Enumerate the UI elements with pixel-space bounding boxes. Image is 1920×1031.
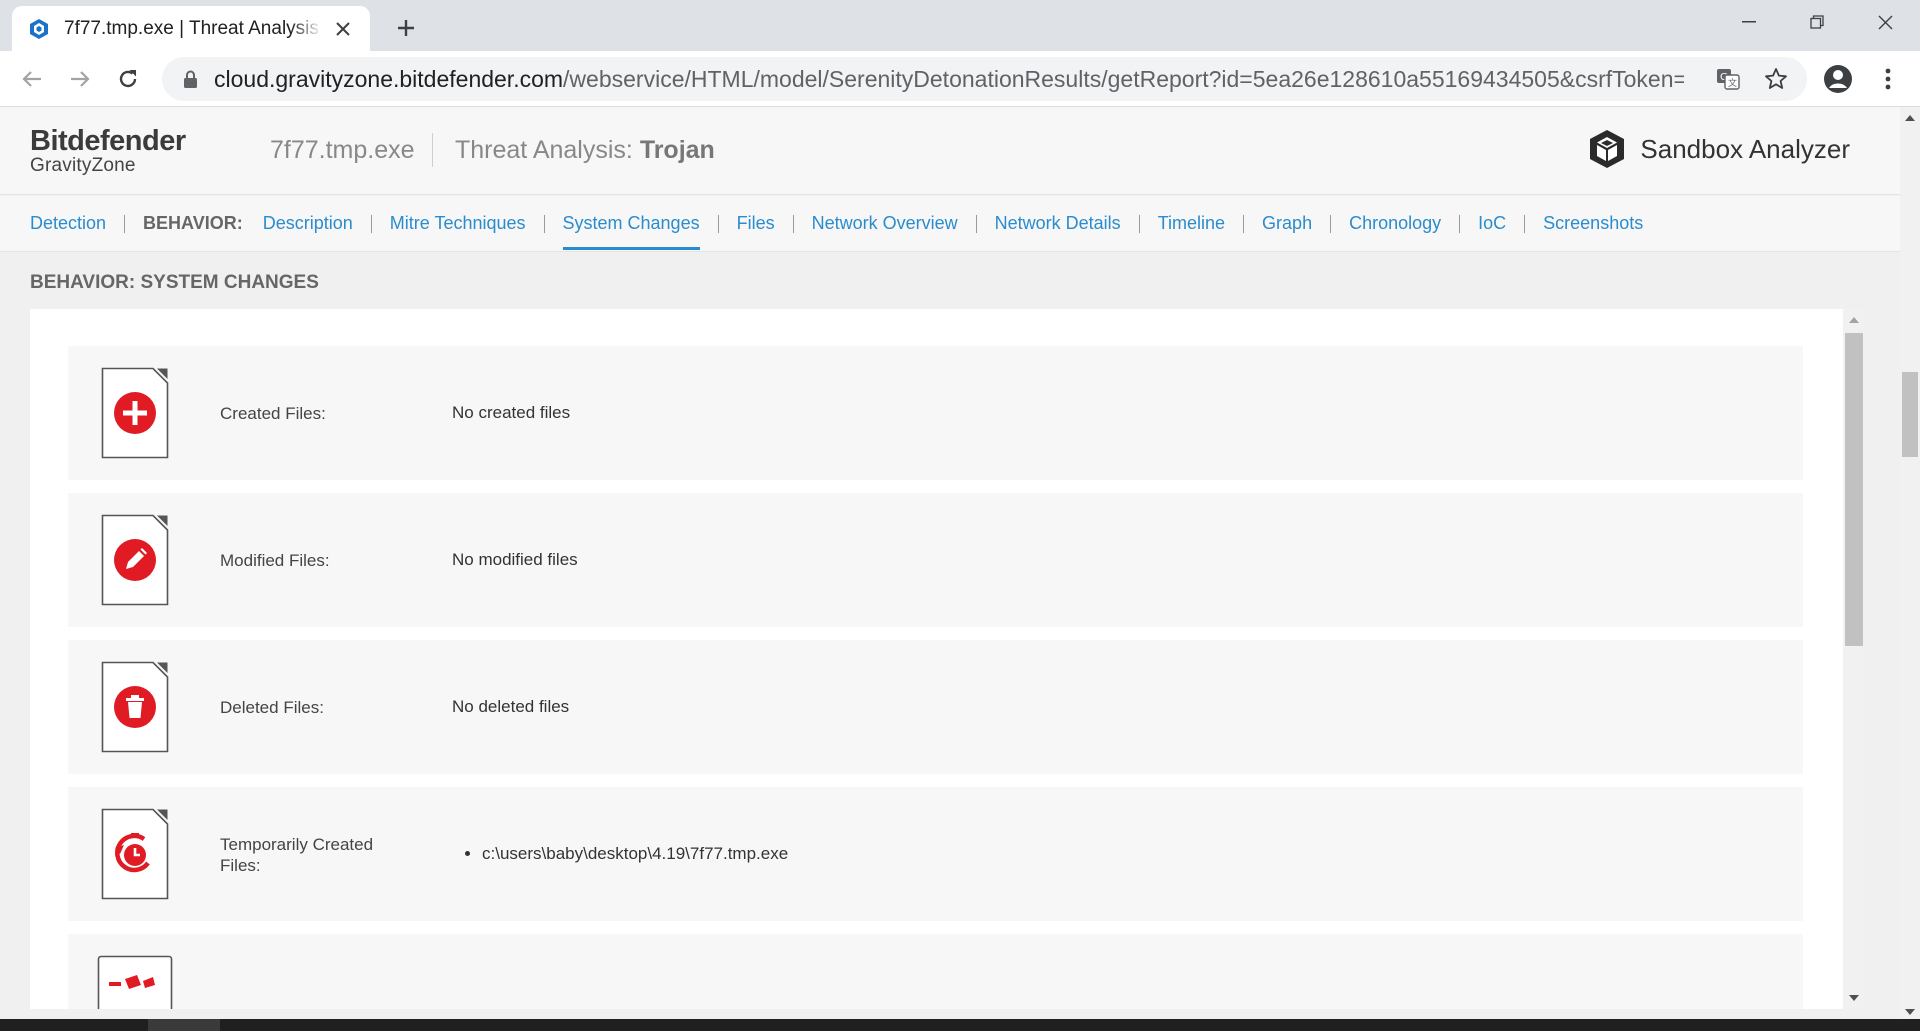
next-row-partial: [68, 934, 1803, 1009]
row-value: No deleted files: [452, 697, 570, 716]
url-text[interactable]: cloud.gravityzone.bitdefender.com/webser…: [214, 66, 1684, 93]
nav-separator: [1330, 214, 1332, 233]
nav-separator: [124, 214, 126, 233]
nav-detection[interactable]: Detection: [30, 196, 106, 252]
taskbar-app[interactable]: [148, 1019, 220, 1031]
row-value: c:\users\baby\desktop\4.19\7f77.tmp.exe: [452, 844, 788, 864]
profile-avatar-icon[interactable]: [1820, 61, 1856, 97]
nav-network-overview[interactable]: Network Overview: [812, 196, 958, 252]
nav-separator: [1243, 214, 1245, 233]
bitdefender-logo[interactable]: Bitdefender GravityZone: [30, 125, 186, 177]
os-taskbar: [0, 1019, 1920, 1031]
logo-main: Bitdefender: [30, 125, 186, 157]
nav-separator: [370, 214, 372, 233]
file-plus-icon: [101, 367, 169, 459]
nav-ioc[interactable]: IoC: [1478, 196, 1506, 252]
nav-separator: [1138, 214, 1140, 233]
nav-system-changes[interactable]: System Changes: [562, 196, 700, 252]
page-scrollbar[interactable]: [1900, 107, 1920, 1019]
file-timer-icon: [101, 808, 169, 900]
row-value: No created files: [452, 403, 571, 422]
sandbox-cube-icon: [1590, 130, 1625, 168]
minimize-icon[interactable]: [1716, 0, 1782, 44]
browser-tab[interactable]: 7f77.tmp.exe | Threat Analysis: Trojan: [12, 6, 370, 51]
nav-mitre-techniques[interactable]: Mitre Techniques: [390, 196, 526, 252]
nav-chronology[interactable]: Chronology: [1349, 196, 1441, 252]
product-title: Sandbox Analyzer: [1640, 133, 1850, 164]
nav-timeline[interactable]: Timeline: [1158, 196, 1225, 252]
new-tab-icon[interactable]: [390, 12, 422, 44]
nav-separator: [1459, 214, 1461, 233]
panel-scrollbar[interactable]: [1843, 309, 1865, 1009]
row-label: Deleted Files:: [220, 698, 324, 717]
deleted-files-row: Deleted Files: No deleted files: [68, 640, 1803, 774]
close-tab-icon[interactable]: [330, 16, 356, 42]
svg-text:文: 文: [1728, 77, 1737, 89]
nav-screenshots[interactable]: Screenshots: [1543, 196, 1643, 252]
nav-files[interactable]: Files: [737, 196, 775, 252]
nav-network-details[interactable]: Network Details: [995, 196, 1121, 252]
lock-icon[interactable]: [180, 69, 200, 89]
file-pencil-icon: [101, 514, 169, 606]
reload-icon[interactable]: [110, 61, 146, 97]
system-changes-panel[interactable]: Created Files: No created files Modified…: [30, 309, 1843, 1009]
forward-icon[interactable]: [62, 61, 98, 97]
row-label: Modified Files:: [220, 551, 330, 570]
tab-title: 7f77.tmp.exe | Threat Analysis: Trojan: [64, 17, 322, 39]
browser-toolbar: cloud.gravityzone.bitdefender.com/webser…: [0, 51, 1920, 107]
scroll-up-arrow-icon[interactable]: [1849, 317, 1859, 323]
row-label: Created Files:: [220, 404, 326, 423]
back-icon[interactable]: [14, 61, 50, 97]
browser-tabstrip: 7f77.tmp.exe | Threat Analysis: Trojan: [0, 0, 1920, 51]
file-registry-icon: [97, 955, 173, 1009]
header-divider: [432, 133, 433, 167]
created-files-row: Created Files: No created files: [68, 346, 1803, 480]
translate-icon[interactable]: G文: [1715, 66, 1741, 92]
temporary-files-row: Temporarily Created Files: c:\users\baby…: [68, 787, 1803, 921]
menu-dots-icon[interactable]: [1870, 61, 1906, 97]
list-item: c:\users\baby\desktop\4.19\7f77.tmp.exe: [482, 844, 788, 864]
row-value: No modified files: [452, 550, 578, 569]
row-label: Temporarily Created Files:: [220, 835, 374, 875]
file-name: 7f77.tmp.exe: [270, 136, 415, 164]
address-bar[interactable]: cloud.gravityzone.bitdefender.com/webser…: [162, 57, 1807, 101]
nav-separator: [1524, 214, 1526, 233]
page-scrollbar-thumb[interactable]: [1902, 372, 1918, 457]
threat-name: Trojan: [639, 136, 715, 164]
nav-description[interactable]: Description: [263, 196, 353, 252]
scroll-down-arrow-icon[interactable]: [1849, 995, 1859, 1001]
logo-sub: GravityZone: [30, 155, 136, 176]
sandbox-analyzer-brand: Sandbox Analyzer: [1588, 129, 1850, 169]
nav-behavior-label: BEHAVIOR:: [143, 213, 243, 233]
page-scroll-down-arrow-icon[interactable]: [1905, 1009, 1915, 1015]
bitdefender-favicon-icon: [30, 18, 48, 39]
file-trash-icon: [101, 661, 169, 753]
modified-files-row: Modified Files: No modified files: [68, 493, 1803, 627]
nav-graph[interactable]: Graph: [1262, 196, 1312, 252]
url-path: /webservice/HTML/model/SerenityDetonatio…: [563, 65, 1684, 92]
app-header: Bitdefender GravityZone 7f77.tmp.exe Thr…: [0, 107, 1900, 195]
report-nav: Detection BEHAVIOR: Description Mitre Te…: [0, 196, 1900, 252]
restore-icon[interactable]: [1784, 0, 1850, 44]
nav-separator: [792, 214, 794, 233]
page-scroll-up-arrow-icon[interactable]: [1905, 115, 1915, 121]
bookmark-star-icon[interactable]: [1763, 66, 1789, 92]
temporary-files-list: c:\users\baby\desktop\4.19\7f77.tmp.exe: [452, 844, 788, 864]
url-host: cloud.gravityzone.bitdefender.com: [214, 65, 564, 92]
nav-separator: [717, 214, 719, 233]
close-window-icon[interactable]: [1852, 0, 1918, 44]
page-content: Bitdefender GravityZone 7f77.tmp.exe Thr…: [0, 107, 1900, 1019]
threat-analysis-title: Threat Analysis: Trojan: [455, 136, 715, 165]
nav-separator: [543, 214, 545, 233]
panel-scrollbar-thumb[interactable]: [1845, 333, 1863, 646]
section-title: BEHAVIOR: SYSTEM CHANGES: [30, 272, 319, 293]
threat-prefix: Threat Analysis:: [455, 136, 640, 164]
nav-separator: [975, 214, 977, 233]
